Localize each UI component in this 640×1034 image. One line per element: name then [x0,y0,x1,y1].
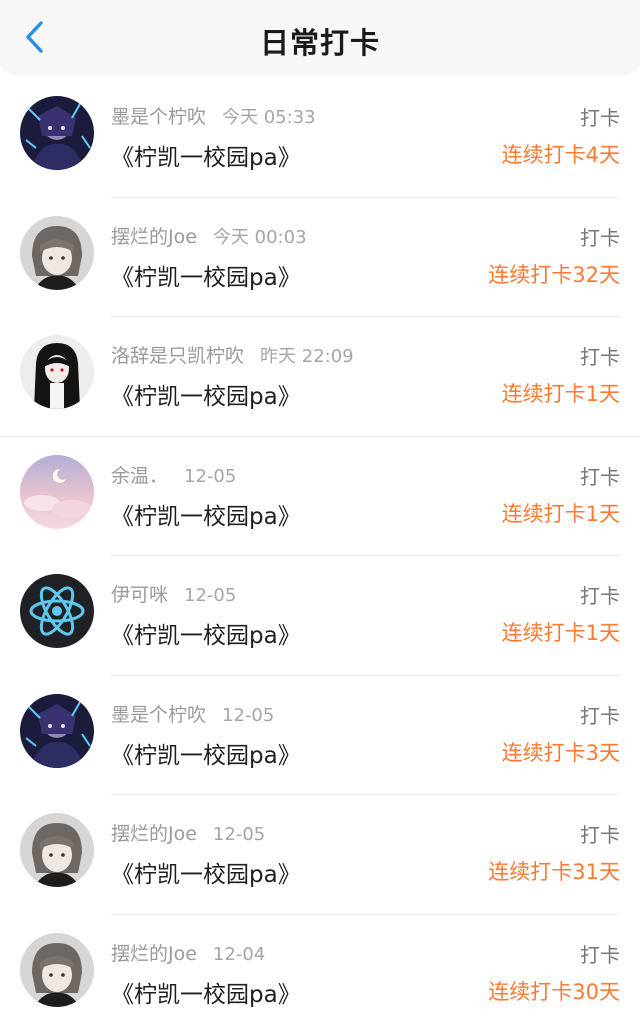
checkin-button[interactable]: 打卡 [580,580,620,609]
avatar[interactable] [20,574,94,648]
streak-label: 连续打卡1天 [502,378,620,408]
checkin-button[interactable]: 打卡 [580,341,620,370]
username[interactable]: 摆烂的Joe [111,943,197,965]
list-item[interactable]: 摆烂的Joe 12-05 《柠凯一校园pa》 打卡 连续打卡31天 [0,795,640,915]
avatar[interactable] [20,96,94,170]
work-title[interactable]: 《柠凯一校园pa》 [111,736,301,770]
avatar[interactable] [20,813,94,887]
streak-label: 连续打卡32天 [488,259,620,289]
streak-label: 连续打卡1天 [502,498,620,528]
work-title[interactable]: 《柠凯一校园pa》 [111,616,301,650]
meta: 墨是个柠吹今天 05:33 [111,102,316,129]
list-item[interactable]: 墨是个柠吹今天 05:33 《柠凯一校园pa》 打卡 连续打卡4天 [0,78,640,198]
avatar[interactable] [20,216,94,290]
checkin-list: 墨是个柠吹今天 05:33 《柠凯一校园pa》 打卡 连续打卡4天 摆烂的Joe… [0,78,640,1034]
streak-label: 连续打卡1天 [502,617,620,647]
streak-label: 连续打卡31天 [488,856,620,886]
streak-label: 连续打卡3天 [502,737,620,767]
streak-label: 连续打卡30天 [488,976,620,1006]
avatar[interactable] [20,933,94,1007]
page-title: 日常打卡 [0,20,640,62]
avatar[interactable] [20,335,94,409]
timestamp: 昨天 22:09 [260,346,354,367]
react-atom-icon [20,574,94,648]
top-bar: 日常打卡 [0,0,640,74]
list-item[interactable]: 墨是个柠吹 12-05 《柠凯一校园pa》 打卡 连续打卡3天 [0,676,640,796]
avatar[interactable] [20,455,94,529]
timestamp: 12-05 [222,705,274,726]
list-item[interactable]: 摆烂的Joe 今天 00:03 《柠凯一校园pa》 打卡 连续打卡32天 [0,198,640,318]
username[interactable]: 摆烂的Joe [111,823,197,845]
checkin-button[interactable]: 打卡 [580,700,620,729]
meta: 摆烂的Joe 今天 00:03 [111,222,307,249]
work-title[interactable]: 《柠凯一校园pa》 [111,377,301,411]
username[interactable]: 墨是个柠吹 [111,704,206,726]
meta: 墨是个柠吹 12-05 [111,700,274,727]
username[interactable]: 摆烂的Joe [111,226,197,248]
list-item[interactable]: 余温． 12-05 《柠凯一校园pa》 打卡 连续打卡1天 [0,437,640,557]
timestamp: 12-04 [213,944,265,965]
checkin-button[interactable]: 打卡 [580,102,620,131]
streak-label: 连续打卡4天 [502,139,620,169]
timestamp: 12-05 [213,824,265,845]
work-title[interactable]: 《柠凯一校园pa》 [111,975,301,1009]
username[interactable]: 墨是个柠吹 [111,106,206,128]
meta: 摆烂的Joe 12-05 [111,819,265,846]
username[interactable]: 余温． [111,465,168,487]
checkin-button[interactable]: 打卡 [580,461,620,490]
list-item[interactable]: 摆烂的Joe 12-04 《柠凯一校园pa》 打卡 连续打卡30天 [0,915,640,1034]
work-title[interactable]: 《柠凯一校园pa》 [111,138,301,172]
checkin-button[interactable]: 打卡 [580,939,620,968]
meta: 伊可咪 12-05 [111,580,236,607]
timestamp: 今天 05:33 [222,107,316,128]
avatar[interactable] [20,694,94,768]
list-item[interactable]: 洛辞是只凯柠吹昨天 22:09 《柠凯一校园pa》 打卡 连续打卡1天 [0,317,640,437]
work-title[interactable]: 《柠凯一校园pa》 [111,497,301,531]
meta: 洛辞是只凯柠吹昨天 22:09 [111,341,354,368]
username[interactable]: 伊可咪 [111,584,168,606]
meta: 余温． 12-05 [111,461,236,488]
username[interactable]: 洛辞是只凯柠吹 [111,345,244,367]
checkin-button[interactable]: 打卡 [580,222,620,251]
work-title[interactable]: 《柠凯一校园pa》 [111,855,301,889]
timestamp: 12-05 [184,585,236,606]
checkin-button[interactable]: 打卡 [580,819,620,848]
work-title[interactable]: 《柠凯一校园pa》 [111,258,301,292]
timestamp: 12-05 [184,466,236,487]
timestamp: 今天 00:03 [213,227,307,248]
meta: 摆烂的Joe 12-04 [111,939,265,966]
list-item[interactable]: 伊可咪 12-05 《柠凯一校园pa》 打卡 连续打卡1天 [0,556,640,676]
